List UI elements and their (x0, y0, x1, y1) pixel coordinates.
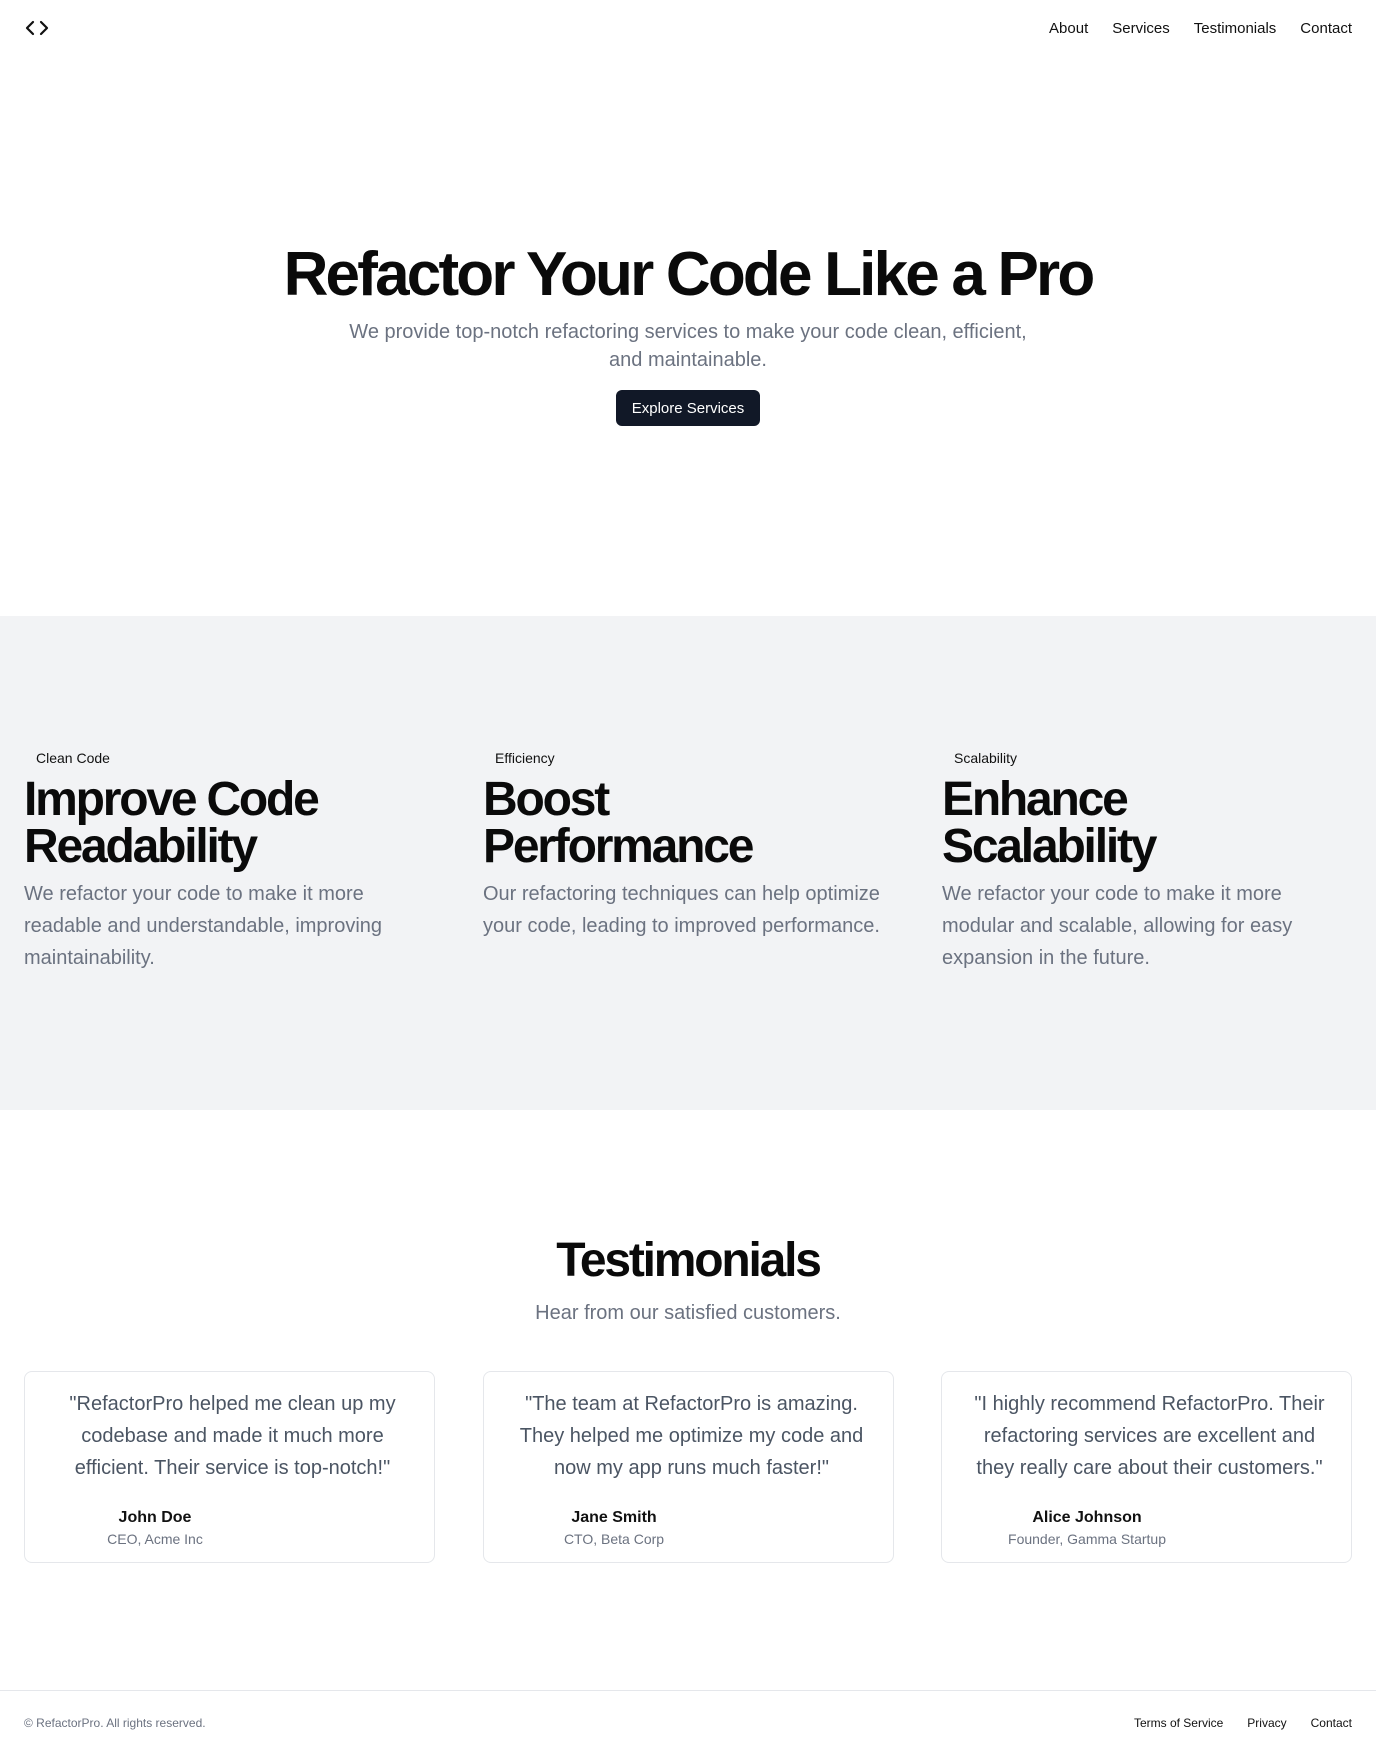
author-name: Jane Smith (571, 1509, 657, 1526)
site-header: About Services Testimonials Contact (0, 0, 1376, 56)
testimonial-quote: "I highly recommend RefactorPro. Their r… (974, 1393, 1325, 1479)
hero-title: Refactor Your Code Like a Pro (283, 240, 1096, 309)
testimonial-author: Jane Smith CTO, Beta Corp (544, 1508, 684, 1548)
feature-description: Our refactoring techniques can help opti… (483, 883, 880, 937)
feature-description: We refactor your code to make it more re… (24, 883, 383, 969)
hero-subtitle: We provide top-notch refactoring service… (349, 321, 1027, 371)
author-role: CEO, Acme Inc (107, 1531, 203, 1547)
testimonial-card: "The team at RefactorPro is amazing. The… (483, 1371, 894, 1563)
testimonials-title: Testimonials (556, 1234, 822, 1287)
nav-contact[interactable]: Contact (1300, 20, 1352, 37)
author-name: John Doe (118, 1509, 192, 1526)
testimonials-section: Testimonials Hear from our satisfied cus… (0, 1110, 1376, 1690)
footer-link-contact[interactable]: Contact (1311, 1716, 1352, 1730)
testimonial-author: Alice Johnson Founder, Gamma Startup (1007, 1508, 1167, 1548)
hero-section: Refactor Your Code Like a Pro We provide… (0, 56, 1376, 616)
footer-link-terms[interactable]: Terms of Service (1134, 1716, 1223, 1730)
testimonial-card: "RefactorPro helped me clean up my codeb… (24, 1371, 435, 1563)
feature-title: Boost Performance (483, 773, 754, 873)
features-section: Clean Code Improve Code Readability We r… (0, 616, 1376, 1110)
author-role: CTO, Beta Corp (563, 1531, 665, 1547)
testimonial-card: "I highly recommend RefactorPro. Their r… (941, 1371, 1352, 1563)
feature-card-clean-code: Clean Code Improve Code Readability We r… (24, 746, 444, 974)
nav-about[interactable]: About (1049, 20, 1088, 37)
testimonial-author: John Doe CEO, Acme Inc (85, 1508, 225, 1548)
copyright-text: © RefactorPro. All rights reserved. (24, 1716, 206, 1730)
feature-title: Improve Code Readability (24, 773, 320, 873)
feature-tag: Scalability (942, 746, 1030, 770)
code-brackets-icon[interactable] (24, 17, 50, 39)
feature-title: Enhance Scalability (942, 773, 1157, 873)
feature-tag: Clean Code (24, 746, 122, 770)
testimonials-subtitle: Hear from our satisfied customers. (535, 1302, 841, 1324)
nav-services[interactable]: Services (1112, 20, 1170, 37)
footer-links: Terms of Service Privacy Contact (1134, 1716, 1352, 1730)
footer-link-privacy[interactable]: Privacy (1247, 1716, 1286, 1730)
site-footer: © RefactorPro. All rights reserved. Term… (0, 1690, 1376, 1755)
explore-services-button[interactable]: Explore Services (616, 390, 760, 426)
author-role: Founder, Gamma Startup (1008, 1531, 1166, 1547)
feature-card-scalability: Scalability Enhance Scalability We refac… (942, 746, 1362, 974)
testimonial-quote: "RefactorPro helped me clean up my codeb… (69, 1393, 396, 1479)
feature-description: We refactor your code to make it more mo… (942, 883, 1293, 969)
feature-card-efficiency: Efficiency Boost Performance Our refacto… (483, 746, 903, 942)
author-name: Alice Johnson (1032, 1509, 1142, 1526)
nav-testimonials[interactable]: Testimonials (1194, 20, 1277, 37)
main-nav: About Services Testimonials Contact (1049, 20, 1352, 37)
testimonial-quote: "The team at RefactorPro is amazing. The… (519, 1393, 864, 1479)
feature-tag: Efficiency (483, 746, 567, 770)
